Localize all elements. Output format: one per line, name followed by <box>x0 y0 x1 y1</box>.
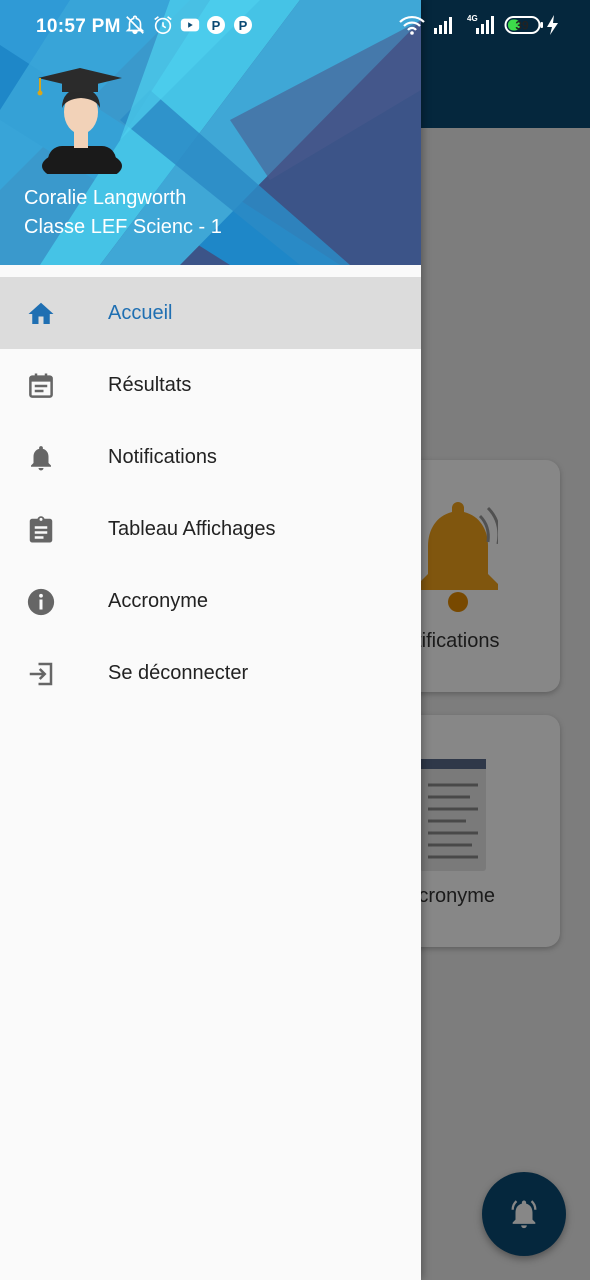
calendar-icon <box>29 373 53 398</box>
info-icon <box>27 588 55 616</box>
user-name: Coralie Langworth <box>24 187 187 209</box>
menu-label: Notifications <box>108 445 217 468</box>
status-bar: 10:57 PM P P 4G 39 <box>0 0 590 44</box>
menu-item-accronyme[interactable]: Accronyme <box>0 565 421 637</box>
svg-text:39: 39 <box>515 19 529 33</box>
battery-icon: 39 <box>504 16 543 34</box>
menu-item-tableau-affichages[interactable]: Tableau Affichages <box>0 493 421 565</box>
menu-item-accueil[interactable]: Accueil <box>0 277 421 349</box>
menu-label: Résultats <box>108 373 192 396</box>
menu-label: Accueil <box>108 301 173 324</box>
p-app-icon: P <box>234 16 252 34</box>
charging-icon <box>547 15 558 35</box>
menu-item-notifications[interactable]: Notifications <box>0 421 421 493</box>
menu-item-resultats[interactable]: Résultats <box>0 349 421 421</box>
menu-label: Tableau Affichages <box>108 517 276 540</box>
logout-icon <box>29 662 53 686</box>
menu-label: Se déconnecter <box>108 661 249 684</box>
4g-signal-icon: 4G <box>467 14 494 34</box>
home-icon <box>28 302 54 324</box>
menu-item-se-deconnecter[interactable]: Se déconnecter <box>0 637 421 709</box>
clipboard-icon <box>29 516 53 543</box>
drawer-menu: Accueil Résultats Notifications Tableau … <box>0 277 421 709</box>
youtube-icon <box>180 18 200 32</box>
p-app-icon: P <box>207 16 225 34</box>
navigation-drawer: Coralie Langworth Classe LEF Scienc - 1 … <box>0 0 421 1280</box>
user-class: Classe LEF Scienc - 1 <box>24 216 222 238</box>
svg-text:4G: 4G <box>467 14 478 23</box>
svg-text:P: P <box>212 18 221 33</box>
wifi-icon <box>399 15 425 35</box>
avatar <box>37 68 122 174</box>
signal-icon <box>434 17 452 34</box>
mute-bell-icon <box>125 15 145 35</box>
svg-text:P: P <box>239 18 248 33</box>
status-time: 10:57 PM <box>36 16 121 37</box>
bell-icon <box>31 446 51 471</box>
alarm-icon <box>154 16 172 35</box>
menu-label: Accronyme <box>108 589 209 612</box>
